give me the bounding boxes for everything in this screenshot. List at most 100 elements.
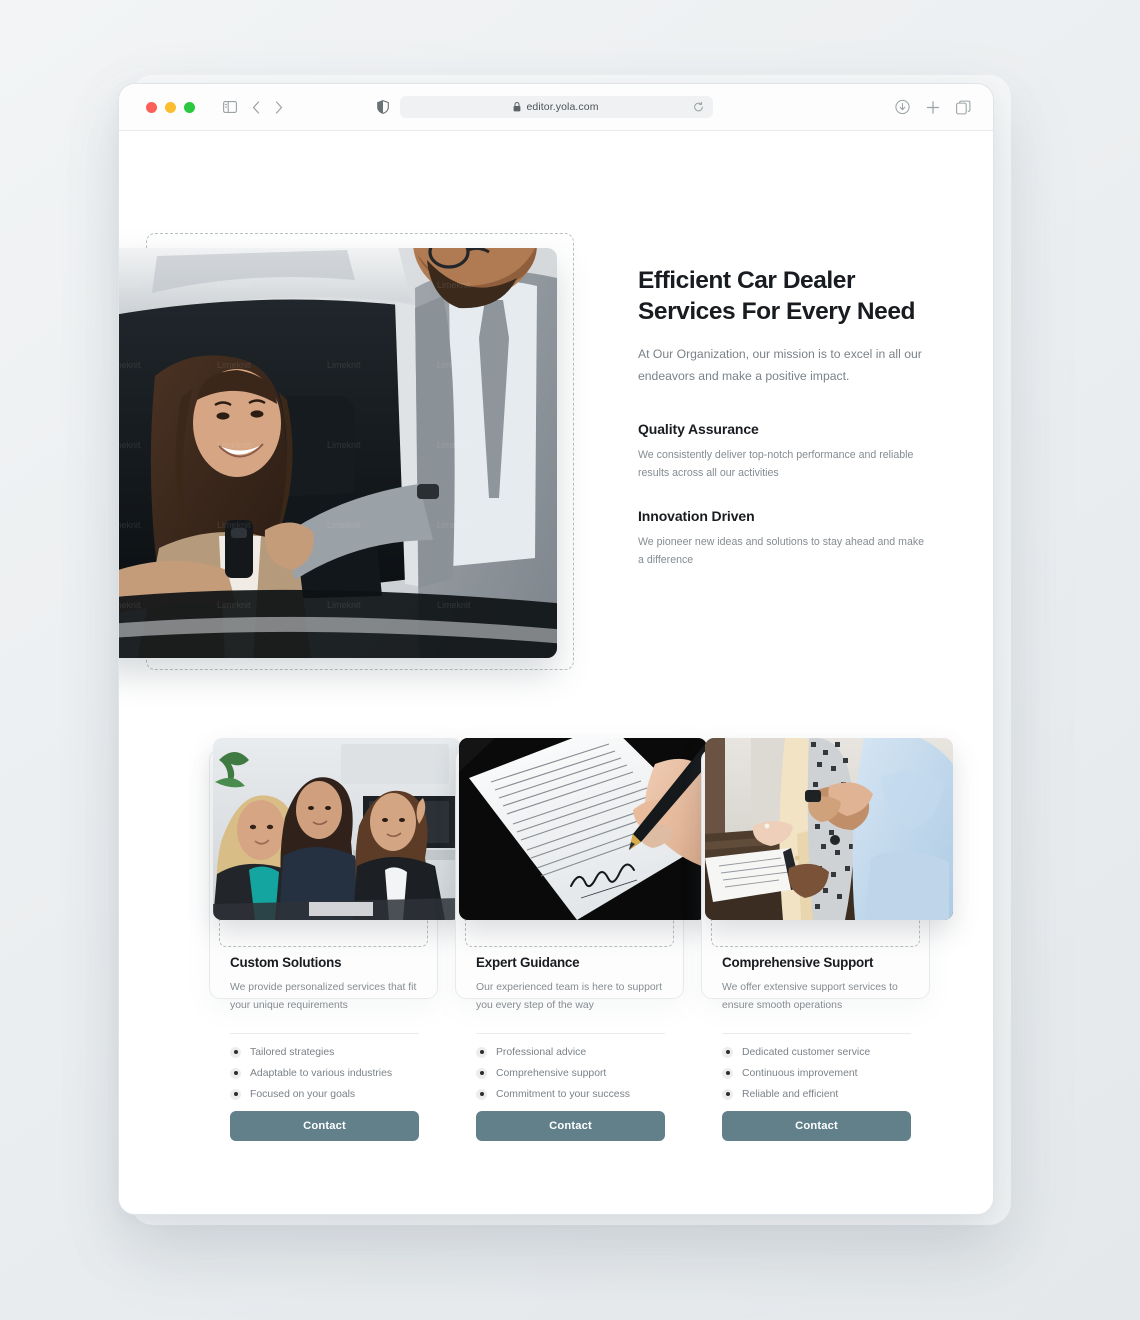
card-title: Expert Guidance [476,955,580,970]
svg-text:Limeknit: Limeknit [327,440,361,450]
card-image-placeholder-outline [705,738,953,947]
address-bar[interactable]: editor.yola.com [399,96,713,118]
svg-text:Limeknit: Limeknit [217,360,251,370]
bullet-label: Continuous improvement [742,1067,858,1079]
bullet-label: Adaptable to various industries [250,1067,393,1079]
svg-text:Limeknit: Limeknit [118,600,141,610]
bullet-label: Comprehensive support [496,1067,607,1079]
card-divider [476,1032,665,1034]
card-image[interactable] [705,738,953,920]
contact-button[interactable]: Contact [476,1110,665,1141]
bullet-label: Reliable and efficient [742,1088,839,1100]
plus-icon[interactable] [926,100,940,114]
svg-text:Limeknit: Limeknit [327,600,361,610]
svg-text:Limeknit: Limeknit [118,360,141,370]
download-icon[interactable] [895,99,910,115]
bullet-icon [476,1046,487,1058]
list-item: Dedicated customer service [722,1046,911,1058]
list-item: Tailored strategies [230,1046,419,1058]
contact-button[interactable]: Contact [722,1110,911,1141]
list-item: Reliable and efficient [722,1088,911,1100]
card-text: We offer extensive support services to e… [722,982,898,1011]
list-item: Professional advice [476,1046,665,1058]
list-item: Comprehensive support [476,1067,665,1079]
card-divider [722,1032,911,1034]
hero-copy: Efficient Car Dealer Services For Every … [638,265,926,570]
bullet-icon [476,1088,487,1100]
card-text: Our experienced team is here to support … [476,982,662,1011]
screenshot-stage: editor.yola.com eknit Limeknit Limeknit … [0,0,1140,1320]
card-bullet-list: Dedicated customer service Continuous im… [722,1046,911,1100]
svg-text:Limeknit: Limeknit [437,360,471,370]
bullet-icon [722,1088,733,1100]
feature-heading: Quality Assurance [638,420,759,437]
close-window-button[interactable] [146,101,157,113]
svg-text:Limeknit: Limeknit [327,280,361,290]
maximize-window-button[interactable] [184,101,195,113]
svg-text:Limeknit: Limeknit [118,440,141,450]
bullet-icon [476,1067,487,1079]
list-item: Focused on your goals [230,1088,419,1100]
card-image-placeholder-outline [459,738,707,947]
bullet-icon [230,1088,241,1100]
bullet-label: Tailored strategies [250,1046,335,1058]
bullet-icon [722,1046,733,1058]
card-bullet-list: Professional advice Comprehensive suppor… [476,1046,665,1100]
card-title: Comprehensive Support [722,955,874,970]
feature-quality-assurance: Quality Assurance We consistently delive… [638,421,926,482]
svg-text:Limeknit: Limeknit [118,520,141,530]
bullet-label: Focused on your goals [250,1088,356,1100]
service-card-expert-guidance[interactable]: Expert Guidance Our experienced team is … [455,738,707,1141]
svg-text:Limeknit: Limeknit [118,280,141,290]
bullet-label: Commitment to your success [496,1088,630,1100]
svg-text:Limeknit: Limeknit [327,520,361,530]
bullet-icon [230,1067,241,1079]
svg-text:Limeknit: Limeknit [327,360,361,370]
card-image[interactable] [213,738,461,920]
bullet-icon [722,1067,733,1079]
contact-button[interactable]: Contact [230,1110,419,1141]
feature-text: We pioneer new ideas and solutions to st… [638,536,925,567]
bullet-label: Professional advice [496,1046,587,1058]
url-text: editor.yola.com [526,101,599,113]
list-item: Adaptable to various industries [230,1067,419,1079]
browser-toolbar: editor.yola.com [119,84,993,131]
page-content: Limeknit Limeknit Limeknit Limeknit Limekni… [118,131,993,1214]
card-title: Custom Solutions [230,955,342,970]
feature-heading: Innovation Driven [638,508,755,525]
svg-text:Limeknit: Limeknit [217,600,251,610]
browser-window: editor.yola.com eknit Limeknit Limeknit … [118,83,994,1215]
bullet-label: Dedicated customer service [742,1046,871,1058]
card-text: We provide personalized services that fi… [230,982,417,1011]
reload-icon[interactable] [693,101,704,113]
sidebar-icon[interactable] [223,101,237,113]
service-card-comprehensive-support[interactable]: Comprehensive Support We offer extensive… [701,738,953,1141]
svg-text:Limeknit: Limeknit [437,440,471,450]
shield-icon[interactable] [377,100,389,114]
service-card-custom-solutions[interactable]: Custom Solutions We provide personalized… [209,738,461,1141]
service-cards-row: Custom Solutions We provide personalized… [209,738,953,1141]
hero-image[interactable]: Limeknit Limeknit Limeknit Limeknit Limekni… [118,248,557,658]
list-item: Continuous improvement [722,1067,911,1079]
minimize-window-button[interactable] [165,101,176,113]
feature-text: We consistently deliver top-notch perfor… [638,448,914,479]
back-icon[interactable] [252,100,260,114]
card-image-placeholder-outline [213,738,461,947]
card-image[interactable] [459,738,707,920]
feature-innovation-driven: Innovation Driven We pioneer new ideas a… [638,508,926,569]
svg-text:Limeknit: Limeknit [217,440,251,450]
bullet-icon [230,1046,241,1058]
svg-text:Limeknit: Limeknit [217,280,251,290]
forward-icon[interactable] [275,100,283,114]
card-divider [230,1032,419,1034]
window-controls[interactable] [146,101,195,113]
lock-icon [513,102,521,112]
svg-text:Limeknit: Limeknit [437,520,471,530]
hero-subtitle: At Our Organization, our mission is to e… [638,347,922,384]
tab-overview-icon[interactable] [956,100,971,114]
list-item: Commitment to your success [476,1088,665,1100]
card-bullet-list: Tailored strategies Adaptable to various… [230,1046,419,1100]
svg-text:Limeknit: Limeknit [217,520,251,530]
page-title: Efficient Car Dealer Services For Every … [638,267,916,326]
svg-text:Limeknit: Limeknit [437,600,471,610]
